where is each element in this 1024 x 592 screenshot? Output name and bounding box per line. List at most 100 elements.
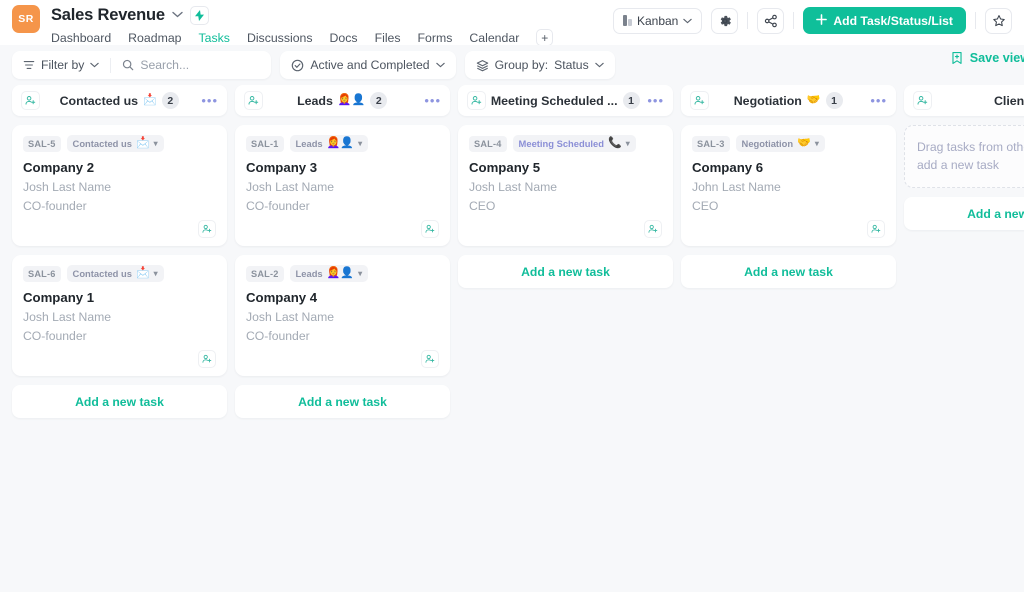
add-new-task-button[interactable]: Add a new task xyxy=(235,385,450,418)
column-count-badge: 2 xyxy=(161,92,179,109)
status-emoji-icon: 📞 xyxy=(607,137,622,149)
column-header: Negotiation 🤝 1 ••• xyxy=(681,85,896,116)
status-emoji-icon: 👩‍🦰👤 xyxy=(326,267,355,279)
status-badge-label: Negotiation xyxy=(741,138,794,149)
column-count-badge: 2 xyxy=(370,92,388,109)
add-new-task-button[interactable]: Add a new task xyxy=(681,255,896,288)
add-task-status-list-button[interactable]: Add Task/Status/List xyxy=(803,7,966,34)
status-badge-label: Leads xyxy=(295,138,323,149)
page-title: Sales Revenue xyxy=(51,6,165,24)
add-person-icon[interactable] xyxy=(467,91,486,110)
empty-column-placeholder: Drag tasks from other statuses or add a … xyxy=(904,125,1024,189)
task-title: Company 3 xyxy=(246,160,318,175)
column-count-badge: 1 xyxy=(622,92,640,109)
share-button[interactable] xyxy=(757,7,785,34)
add-assignee-icon[interactable] xyxy=(198,350,216,368)
column-count-badge: 1 xyxy=(825,92,843,109)
column-header: Leads 👩‍🦰👤 2 ••• xyxy=(235,85,450,116)
share-icon xyxy=(764,14,777,27)
top-bar: SR Sales Revenue Dashboard Roadmap Tasks… xyxy=(0,0,1024,53)
task-id-badge: SAL-5 xyxy=(23,135,61,152)
task-card[interactable]: SAL-3 Negotiation 🤝 ▾ Company 6 John Las… xyxy=(681,125,896,246)
chevron-down-icon xyxy=(594,62,604,68)
add-new-task-button[interactable]: Add a new task xyxy=(904,197,1024,231)
status-badge[interactable]: Meeting Scheduled 📞 ▾ xyxy=(512,135,636,152)
chevron-down-icon xyxy=(683,18,693,23)
status-filter-button[interactable]: Active and Completed xyxy=(280,51,455,79)
add-assignee-icon[interactable] xyxy=(867,220,885,238)
column-title: Negotiation xyxy=(733,93,802,108)
add-assignee-icon[interactable] xyxy=(421,350,439,368)
more-options-icon[interactable]: ••• xyxy=(198,94,218,107)
add-assignee-icon[interactable] xyxy=(421,220,439,238)
filter-by-button[interactable]: Filter by xyxy=(12,51,110,79)
divider xyxy=(975,12,976,29)
status-badge[interactable]: Negotiation 🤝 ▾ xyxy=(735,135,825,152)
divider xyxy=(793,12,795,29)
kanban-column-client: Client ••• Drag tasks from other statuse… xyxy=(904,85,1024,231)
top-bar-actions: Kanban Add Task/Status/List xyxy=(613,7,1012,34)
favorite-button[interactable] xyxy=(985,7,1012,34)
add-tab-button[interactable]: + xyxy=(536,29,554,46)
task-person: Josh Last Name xyxy=(469,180,558,194)
status-badge[interactable]: Leads 👩‍🦰👤 ▾ xyxy=(289,135,369,152)
task-person: Josh Last Name xyxy=(246,310,335,324)
task-title: Company 5 xyxy=(469,160,541,175)
more-options-icon[interactable]: ••• xyxy=(421,94,441,107)
task-card[interactable]: SAL-5 Contacted us 📩 ▾ Company 2 Josh La… xyxy=(12,125,227,246)
task-title: Company 2 xyxy=(23,160,95,175)
add-assignee-icon[interactable] xyxy=(198,220,216,238)
plus-icon xyxy=(816,13,828,28)
add-assignee-icon[interactable] xyxy=(644,220,662,238)
settings-button[interactable] xyxy=(711,7,739,34)
lightning-bolt-icon[interactable] xyxy=(189,6,209,25)
chevron-down-icon: ▾ xyxy=(153,139,158,148)
kanban-column-negotiation: Negotiation 🤝 1 ••• SAL-3 Negotiation 🤝 … xyxy=(681,85,896,288)
column-title: Leads xyxy=(297,93,333,108)
add-new-task-button[interactable]: Add a new task xyxy=(458,255,673,288)
task-id-badge: SAL-3 xyxy=(692,135,730,152)
chevron-down-icon: ▾ xyxy=(153,269,158,278)
status-badge[interactable]: Contacted us 📩 ▾ xyxy=(66,135,164,152)
group-by-button[interactable]: Group by: Status xyxy=(465,51,615,79)
chevron-down-icon xyxy=(90,62,100,68)
workspace-avatar[interactable]: SR xyxy=(12,5,40,33)
more-options-icon[interactable]: ••• xyxy=(644,94,664,107)
task-person: Josh Last Name xyxy=(23,180,112,194)
gear-icon xyxy=(720,15,731,26)
search-input[interactable]: Search... xyxy=(111,51,271,79)
add-person-icon[interactable] xyxy=(913,91,932,110)
group-by-value: Status xyxy=(554,58,589,72)
add-button-label: Add Task/Status/List xyxy=(833,13,953,28)
task-card[interactable]: SAL-1 Leads 👩‍🦰👤 ▾ Company 3 Josh Last N… xyxy=(235,125,450,246)
view-selector-label: Kanban xyxy=(636,13,679,28)
add-person-icon[interactable] xyxy=(690,91,709,110)
task-title: Company 6 xyxy=(692,160,764,175)
add-person-icon[interactable] xyxy=(21,91,40,110)
column-emoji-icon: 👩‍🦰👤 xyxy=(337,94,366,106)
status-badge-label: Meeting Scheduled xyxy=(518,138,604,149)
view-selector[interactable]: Kanban xyxy=(613,7,703,34)
group-by-group: Group by: Status xyxy=(464,51,615,79)
add-person-icon[interactable] xyxy=(244,91,263,110)
task-person: John Last Name xyxy=(692,180,781,194)
status-badge[interactable]: Contacted us 📩 ▾ xyxy=(66,265,164,282)
column-emoji-icon: 📩 xyxy=(143,94,157,106)
chevron-down-icon[interactable] xyxy=(172,10,183,21)
task-card[interactable]: SAL-6 Contacted us 📩 ▾ Company 1 Josh La… xyxy=(12,255,227,376)
kanban-column-meeting-scheduled: Meeting Scheduled ... 1 ••• SAL-4 Meetin… xyxy=(458,85,673,288)
task-role: CEO xyxy=(692,199,719,213)
column-title: Client xyxy=(993,93,1024,108)
task-role: CO-founder xyxy=(246,199,310,213)
chevron-down-icon xyxy=(435,62,445,68)
status-emoji-icon: 📩 xyxy=(135,137,150,149)
task-card[interactable]: SAL-4 Meeting Scheduled 📞 ▾ Company 5 Jo… xyxy=(458,125,673,246)
task-card[interactable]: SAL-2 Leads 👩‍🦰👤 ▾ Company 4 Josh Last N… xyxy=(235,255,450,376)
status-badge[interactable]: Leads 👩‍🦰👤 ▾ xyxy=(289,265,369,282)
chevron-down-icon: ▾ xyxy=(358,139,363,148)
check-circle-icon xyxy=(292,59,304,71)
add-new-task-button[interactable]: Add a new task xyxy=(12,385,227,418)
save-view-button[interactable]: Save view xyxy=(950,51,1024,65)
more-options-icon[interactable]: ••• xyxy=(867,94,887,107)
kanban-column-contacted-us: Contacted us 📩 2 ••• SAL-5 Contacted us … xyxy=(12,85,227,418)
